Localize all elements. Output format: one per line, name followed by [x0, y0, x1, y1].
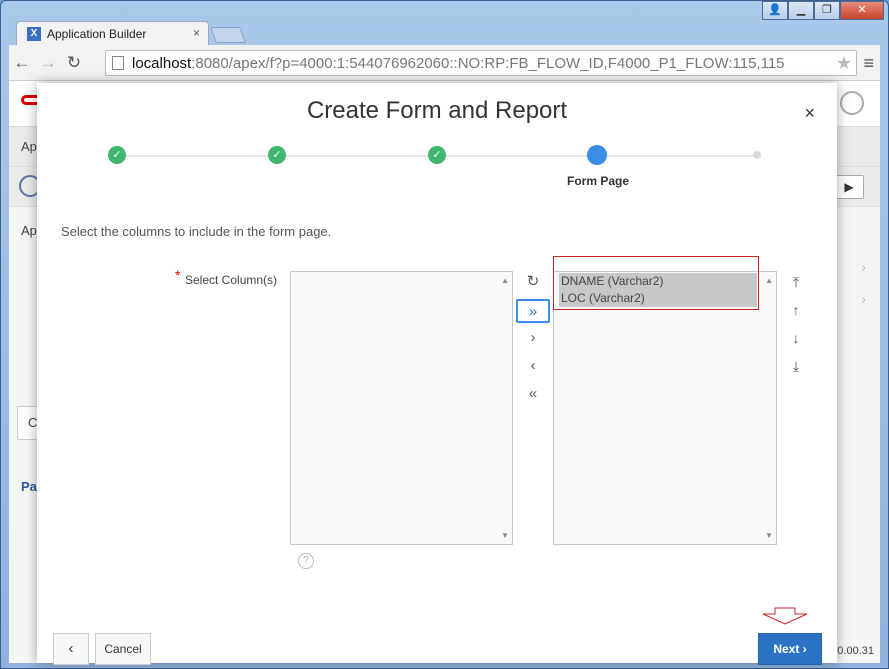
scroll-down-icon[interactable]: ▼	[501, 531, 509, 540]
breadcrumb: Ap	[21, 139, 37, 154]
scrollbar[interactable]: ▲ ▼	[762, 272, 776, 544]
scrollbar[interactable]: ▲ ▼	[498, 272, 512, 544]
remove-all-button[interactable]: «	[516, 383, 550, 407]
cancel-button[interactable]: Cancel	[95, 633, 151, 665]
remove-button[interactable]: ‹	[516, 355, 550, 379]
user-icon[interactable]: 👤	[762, 1, 788, 20]
address-bar[interactable]: localhost:8080/apex/f?p=4000:1:544076962…	[105, 50, 857, 76]
create-form-report-dialog: Create Form and Report × ✓ ✓ ✓ Form Page…	[37, 83, 837, 665]
step-4-current-icon	[587, 145, 607, 165]
reset-icon[interactable]: ↻	[516, 271, 550, 295]
selected-columns-list[interactable]: DNAME (Varchar2) LOC (Varchar2) ▲ ▼	[553, 271, 777, 545]
back-button[interactable]: ‹	[53, 633, 89, 665]
move-all-button[interactable]: »	[516, 299, 550, 323]
required-mark: *	[175, 267, 181, 283]
annotation-arrow-icon	[762, 607, 808, 625]
minimize-button[interactable]: ▁	[788, 1, 814, 20]
move-up-icon[interactable]: ↑	[785, 299, 807, 321]
back-icon[interactable]: ←	[9, 53, 35, 73]
next-button[interactable]: Next ›	[758, 633, 822, 665]
move-bottom-icon[interactable]: ⤓	[785, 355, 807, 377]
move-top-icon[interactable]: ⤒	[785, 271, 807, 293]
new-tab-button[interactable]	[210, 27, 246, 43]
apex-icon: X	[27, 26, 41, 41]
window-controls: 👤 ▁ ❐ ✕	[762, 1, 884, 20]
forward-icon[interactable]: →	[35, 53, 61, 73]
close-icon[interactable]: ×	[804, 103, 815, 124]
page-icon	[112, 56, 124, 70]
dialog-title: Create Form and Report	[306, 97, 568, 124]
move-down-icon[interactable]: ↓	[785, 327, 807, 349]
tab-title: Application Builder	[47, 26, 147, 41]
close-window-button[interactable]: ✕	[840, 1, 884, 20]
wizard-progress: ✓ ✓ ✓ Form Page	[108, 145, 761, 195]
url-path: :8080/apex/f?p=4000:1:544076962060::NO:R…	[191, 54, 785, 72]
list-item[interactable]: LOC (Varchar2)	[559, 290, 757, 307]
step-2-done-icon: ✓	[268, 146, 286, 164]
help-icon[interactable]: ?	[298, 553, 314, 569]
reload-icon[interactable]: ↻	[61, 53, 87, 73]
url-host: localhost	[132, 54, 192, 72]
browser-toolbar: ← → ↻ localhost:8080/apex/f?p=4000:1:544…	[9, 45, 880, 81]
browser-window: X Application Builder × 👤 ▁ ❐ ✕ ← → ↻ lo…	[0, 0, 889, 669]
browser-tab[interactable]: X Application Builder ×	[16, 21, 209, 45]
scroll-up-icon[interactable]: ▲	[765, 276, 773, 285]
close-tab-icon[interactable]: ×	[193, 26, 200, 40]
step-1-done-icon: ✓	[108, 146, 126, 164]
move-button[interactable]: ›	[516, 327, 550, 351]
user-avatar-icon[interactable]	[840, 91, 864, 115]
title-bar: X Application Builder × 👤 ▁ ❐ ✕	[1, 1, 888, 45]
select-columns-label: * Select Column(s)	[175, 267, 278, 287]
chevron-right-icon[interactable]: ›	[861, 259, 866, 275]
section-heading: Ap	[21, 223, 37, 238]
scroll-down-icon[interactable]: ▼	[765, 531, 773, 540]
instruction-text: Select the columns to include in the for…	[61, 224, 332, 239]
current-step-label: Form Page	[567, 174, 630, 188]
restore-button[interactable]: ❐	[814, 1, 840, 20]
step-5-future-icon	[753, 151, 761, 159]
bookmark-star-icon[interactable]: ★	[836, 53, 852, 74]
background-link[interactable]: Pa	[21, 479, 37, 494]
scroll-up-icon[interactable]: ▲	[501, 276, 509, 285]
search-icon: C	[28, 415, 38, 430]
field-label-text: Select Column(s)	[185, 273, 278, 287]
run-icon[interactable]: ▶	[834, 175, 864, 199]
chevron-right-icon[interactable]: ›	[861, 291, 866, 307]
list-item[interactable]: DNAME (Varchar2)	[559, 273, 757, 290]
version-text: .0.00.31	[834, 645, 874, 657]
available-columns-list[interactable]: ▲ ▼	[290, 271, 513, 545]
browser-menu-icon[interactable]: ≡	[863, 53, 874, 74]
step-3-done-icon: ✓	[428, 146, 446, 164]
